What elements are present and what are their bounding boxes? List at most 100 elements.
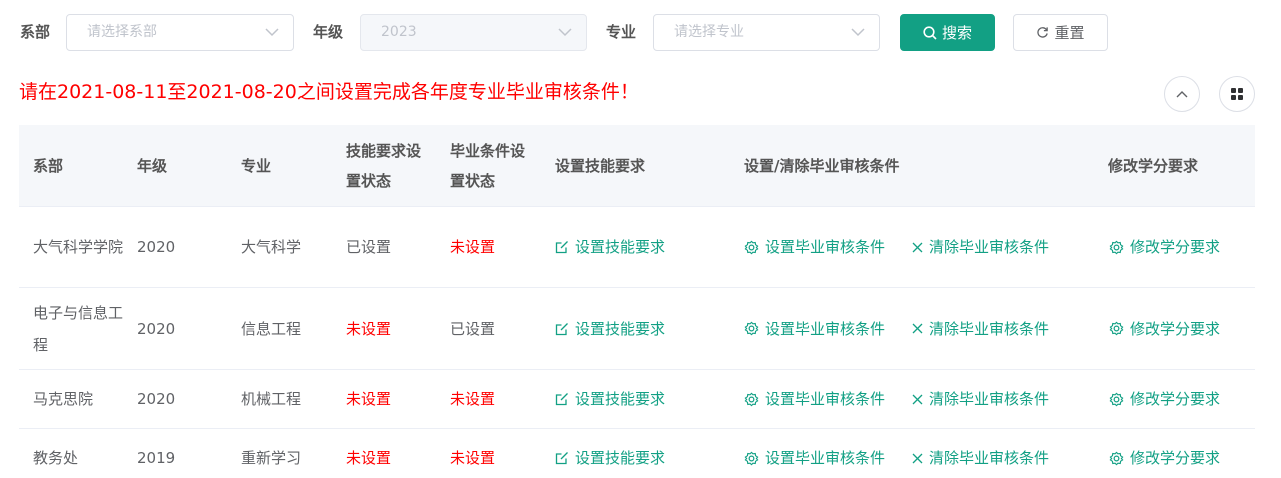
cell-grade: 2020 bbox=[137, 319, 176, 338]
edit-credit-link[interactable]: 修改学分要求 bbox=[1109, 383, 1220, 415]
header-grade: 年级 bbox=[137, 157, 168, 175]
set-skill-link[interactable]: 设置技能要求 bbox=[555, 442, 665, 474]
cell-grad-status: 已设置 bbox=[450, 319, 496, 338]
gear-icon bbox=[1109, 451, 1124, 465]
dept-select[interactable]: 请选择系部 bbox=[66, 14, 294, 51]
set-grad-link[interactable]: 设置毕业审核条件 bbox=[744, 442, 885, 474]
cell-dept: 电子与信息工程 bbox=[33, 303, 124, 354]
collapse-button[interactable] bbox=[1164, 76, 1200, 112]
gear-icon bbox=[744, 321, 759, 336]
filter-bar: 系部 请选择系部 年级 2023 专业 请选择专业 搜索 重置 bbox=[0, 14, 1281, 51]
search-button[interactable]: 搜索 bbox=[900, 14, 995, 51]
close-icon bbox=[912, 394, 923, 404]
search-label: 搜索 bbox=[941, 24, 972, 42]
cell-skill-status: 已设置 bbox=[346, 238, 392, 256]
edit-credit-link[interactable]: 修改学分要求 bbox=[1109, 313, 1220, 345]
set-grad-label: 设置毕业审核条件 bbox=[765, 319, 886, 338]
gear-icon bbox=[744, 392, 759, 406]
set-grad-label: 设置毕业审核条件 bbox=[765, 238, 886, 256]
edit-icon bbox=[555, 322, 568, 335]
edit-credit-label: 修改学分要求 bbox=[1130, 449, 1221, 467]
grid-toggle-button[interactable] bbox=[1219, 76, 1255, 112]
set-skill-label: 设置技能要求 bbox=[575, 319, 666, 338]
cell-major: 大气科学 bbox=[241, 238, 302, 256]
chevron-down-icon bbox=[265, 28, 279, 37]
set-skill-link[interactable]: 设置技能要求 bbox=[555, 383, 665, 415]
grade-label: 年级 bbox=[313, 23, 344, 41]
close-icon bbox=[912, 323, 923, 334]
set-grad-label: 设置毕业审核条件 bbox=[765, 390, 886, 408]
clear-grad-link[interactable]: 清除毕业审核条件 bbox=[912, 442, 1049, 474]
set-grad-label: 设置毕业审核条件 bbox=[765, 449, 886, 467]
grade-select[interactable]: 2023 bbox=[360, 14, 587, 51]
edit-credit-label: 修改学分要求 bbox=[1130, 238, 1221, 256]
cell-major: 重新学习 bbox=[241, 449, 302, 467]
header-major: 专业 bbox=[241, 157, 272, 175]
set-grad-link[interactable]: 设置毕业审核条件 bbox=[744, 313, 885, 345]
set-skill-label: 设置技能要求 bbox=[575, 449, 666, 467]
cell-dept: 马克思院 bbox=[33, 390, 94, 408]
header-edit-credit: 修改学分要求 bbox=[1108, 157, 1199, 175]
clear-grad-label: 清除毕业审核条件 bbox=[929, 449, 1050, 467]
chevron-down-icon bbox=[558, 28, 572, 37]
major-placeholder: 请选择专业 bbox=[674, 24, 744, 40]
close-icon bbox=[912, 453, 923, 463]
edit-credit-link[interactable]: 修改学分要求 bbox=[1109, 442, 1220, 474]
major-select[interactable]: 请选择专业 bbox=[653, 14, 880, 51]
major-label: 专业 bbox=[606, 23, 637, 41]
set-skill-label: 设置技能要求 bbox=[575, 238, 666, 256]
cell-dept: 大气科学学院 bbox=[33, 238, 124, 256]
header-dept: 系部 bbox=[33, 157, 64, 175]
cell-skill-status: 未设置 bbox=[346, 390, 392, 408]
cell-major: 机械工程 bbox=[241, 390, 302, 408]
set-skill-label: 设置技能要求 bbox=[575, 390, 666, 408]
edit-icon bbox=[555, 452, 568, 465]
edit-credit-link[interactable]: 修改学分要求 bbox=[1109, 231, 1220, 263]
set-grad-link[interactable]: 设置毕业审核条件 bbox=[744, 231, 885, 263]
gear-icon bbox=[744, 451, 759, 465]
cell-grade: 2020 bbox=[137, 390, 176, 408]
header-set-skill: 设置技能要求 bbox=[555, 157, 646, 175]
header-grad-status: 毕业条件设置状态 bbox=[450, 142, 526, 190]
edit-credit-label: 修改学分要求 bbox=[1130, 319, 1221, 338]
table-header: 系部 年级 专业 技能要求设置状态 毕业条件设置状态 设置技能要求 设置/清除毕… bbox=[19, 125, 1255, 207]
cell-skill-status: 未设置 bbox=[346, 319, 392, 338]
table-row: 电子与信息工程 2020 信息工程 未设置 已设置 设置技能要求 设置毕业审核条… bbox=[19, 288, 1255, 370]
header-skill-status: 技能要求设置状态 bbox=[346, 142, 422, 190]
gear-icon bbox=[1109, 321, 1124, 336]
reset-button[interactable]: 重置 bbox=[1013, 14, 1108, 51]
cell-grade: 2020 bbox=[137, 238, 176, 256]
clear-grad-label: 清除毕业审核条件 bbox=[929, 319, 1050, 338]
gear-icon bbox=[1109, 392, 1124, 406]
grid-icon bbox=[1231, 88, 1243, 100]
cell-grad-status: 未设置 bbox=[450, 390, 496, 408]
refresh-icon bbox=[1037, 27, 1049, 38]
cell-skill-status: 未设置 bbox=[346, 449, 392, 467]
set-skill-link[interactable]: 设置技能要求 bbox=[555, 313, 665, 345]
reset-label: 重置 bbox=[1054, 24, 1085, 42]
table-row: 大气科学学院 2020 大气科学 已设置 未设置 设置技能要求 设置毕业审核条件… bbox=[19, 207, 1255, 288]
cell-grad-status: 未设置 bbox=[450, 449, 496, 467]
dept-label: 系部 bbox=[20, 23, 51, 41]
clear-grad-link[interactable]: 清除毕业审核条件 bbox=[912, 231, 1049, 263]
gear-icon bbox=[1109, 240, 1124, 254]
gear-icon bbox=[744, 240, 759, 254]
close-icon bbox=[912, 242, 923, 252]
deadline-notice: 请在2021-08-11至2021-08-20之间设置完成各年度专业毕业审核条件… bbox=[19, 81, 639, 103]
set-skill-link[interactable]: 设置技能要求 bbox=[555, 231, 665, 263]
search-icon bbox=[923, 25, 937, 40]
set-grad-link[interactable]: 设置毕业审核条件 bbox=[744, 383, 885, 415]
header-set-clear: 设置/清除毕业审核条件 bbox=[744, 157, 900, 175]
cell-grad-status: 未设置 bbox=[450, 238, 496, 256]
dept-placeholder: 请选择系部 bbox=[87, 24, 157, 40]
edit-icon bbox=[555, 393, 568, 406]
cell-major: 信息工程 bbox=[241, 319, 302, 338]
table-row: 教务处 2019 重新学习 未设置 未设置 设置技能要求 设置毕业审核条件 清除… bbox=[19, 429, 1255, 478]
clear-grad-link[interactable]: 清除毕业审核条件 bbox=[912, 313, 1049, 345]
data-table: 系部 年级 专业 技能要求设置状态 毕业条件设置状态 设置技能要求 设置/清除毕… bbox=[19, 125, 1255, 478]
clear-grad-link[interactable]: 清除毕业审核条件 bbox=[912, 383, 1049, 415]
clear-grad-label: 清除毕业审核条件 bbox=[929, 238, 1050, 256]
edit-credit-label: 修改学分要求 bbox=[1130, 390, 1221, 408]
table-row: 马克思院 2020 机械工程 未设置 未设置 设置技能要求 设置毕业审核条件 清… bbox=[19, 370, 1255, 429]
edit-icon bbox=[555, 241, 568, 254]
